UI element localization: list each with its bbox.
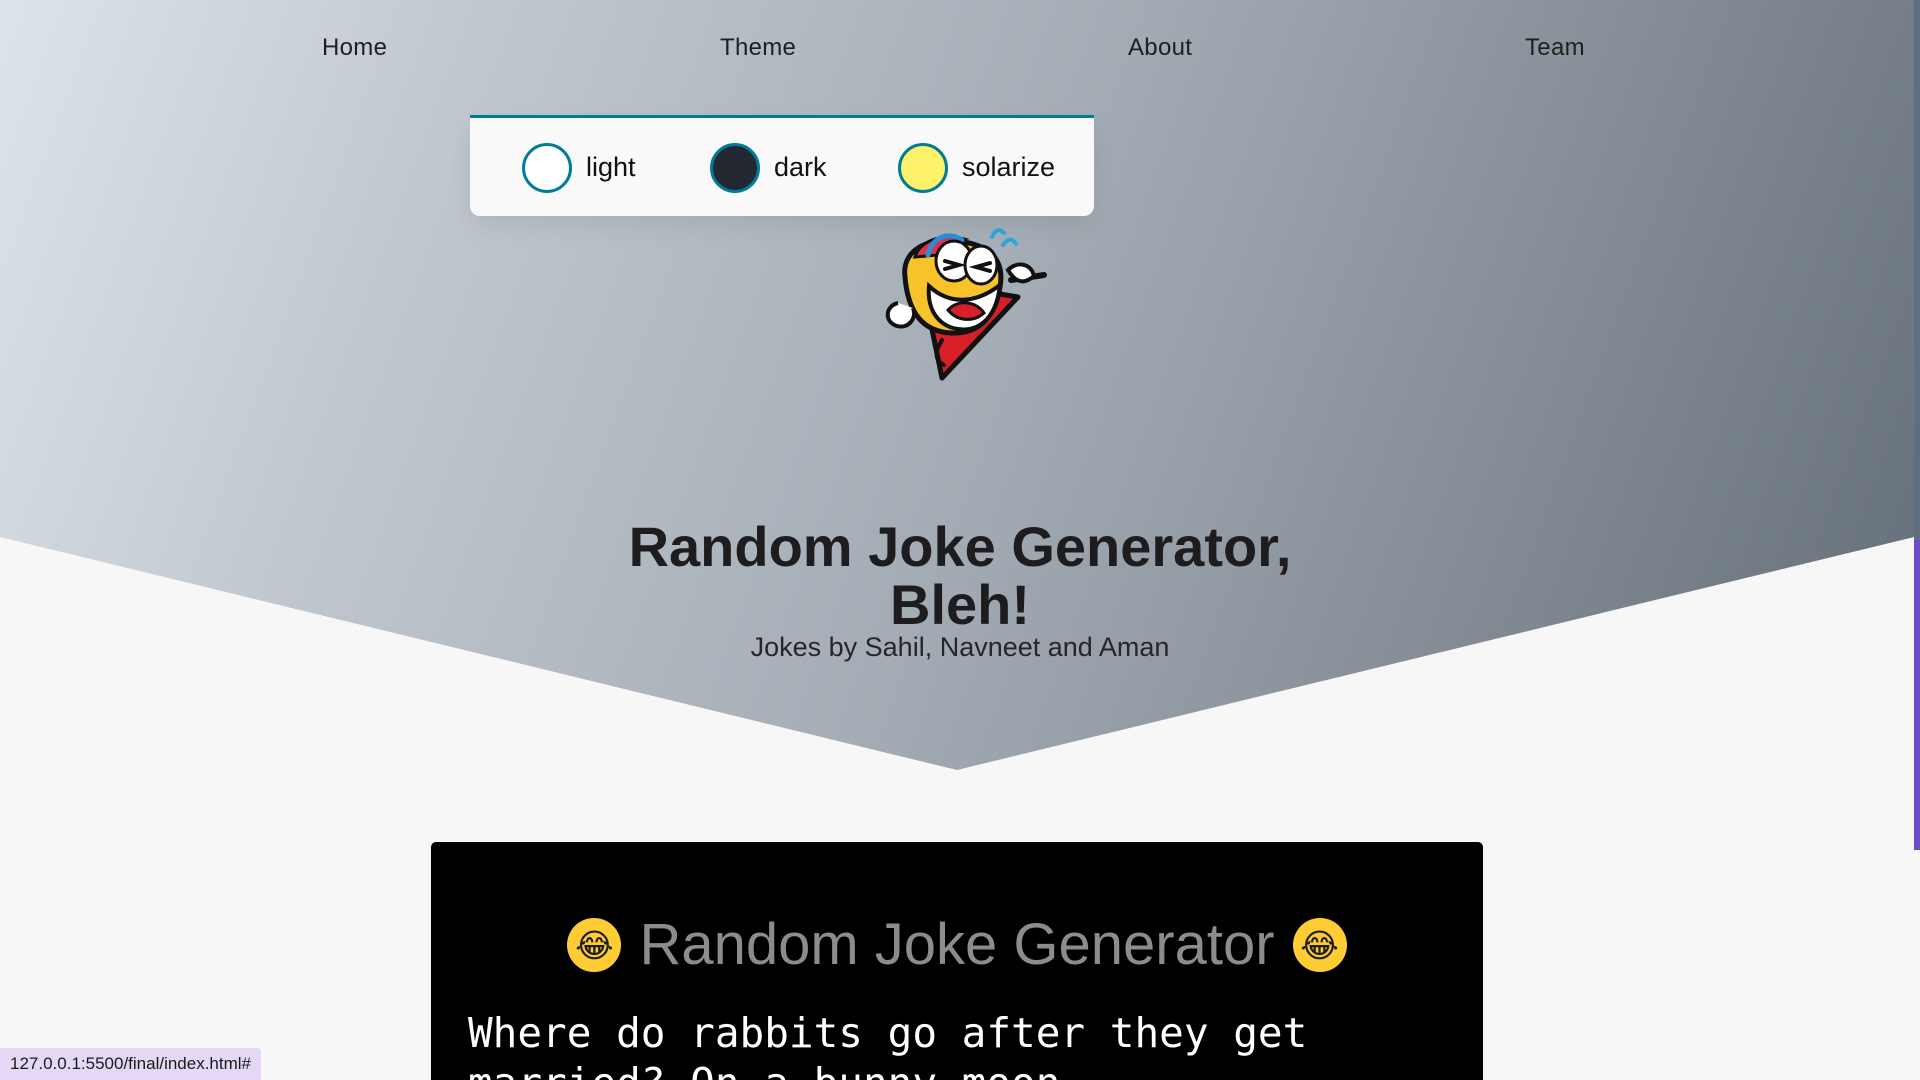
- nav-about-link[interactable]: About: [1128, 34, 1192, 62]
- joke-card: 😂 Random Joke Generator 😂 Where do rabbi…: [431, 842, 1483, 1080]
- hero-title-line-2: Bleh!: [890, 572, 1030, 636]
- light-theme-swatch[interactable]: [522, 142, 572, 193]
- hero-title-line-1: Random Joke Generator,: [628, 514, 1292, 578]
- vertical-scrollbar[interactable]: [1914, 0, 1920, 850]
- laughing-emoji-icon: 😂: [1292, 918, 1347, 972]
- solarize-theme-swatch[interactable]: [898, 142, 948, 193]
- joke-card-header: 😂 Random Joke Generator 😂: [431, 916, 1483, 974]
- theme-option-label: dark: [774, 152, 827, 182]
- joke-card-title: Random Joke Generator: [639, 912, 1275, 977]
- theme-option-light[interactable]: light: [522, 140, 636, 195]
- laughing-mascot-icon: [885, 228, 1047, 381]
- nav-theme-link[interactable]: Theme: [720, 34, 796, 62]
- theme-option-label: light: [586, 152, 636, 182]
- top-navigation: Home Theme About Team: [0, 34, 1920, 74]
- theme-dropdown-menu: light dark solarize: [470, 115, 1094, 216]
- joke-generator-page: Home Theme About Team light dark solariz…: [0, 0, 1920, 1080]
- theme-option-dark[interactable]: dark: [710, 140, 827, 195]
- scrollbar-thumb[interactable]: [1914, 0, 1920, 540]
- theme-option-solarize[interactable]: solarize: [898, 140, 1055, 195]
- joke-text: Where do rabbits go after they get marri…: [468, 1009, 1308, 1080]
- hero-subtitle: Jokes by Sahil, Navneet and Aman: [750, 632, 1170, 662]
- status-bar-url: 127.0.0.1:5500/final/index.html#: [0, 1048, 262, 1080]
- nav-home-link[interactable]: Home: [322, 34, 387, 62]
- laughing-emoji-icon: 😂: [567, 918, 622, 972]
- nav-team-link[interactable]: Team: [1525, 34, 1585, 62]
- hero-title: Random Joke Generator, Bleh!: [560, 514, 1360, 636]
- dark-theme-swatch[interactable]: [710, 142, 760, 193]
- mascot-body-icon: [885, 228, 1047, 381]
- theme-option-label: solarize: [962, 152, 1056, 182]
